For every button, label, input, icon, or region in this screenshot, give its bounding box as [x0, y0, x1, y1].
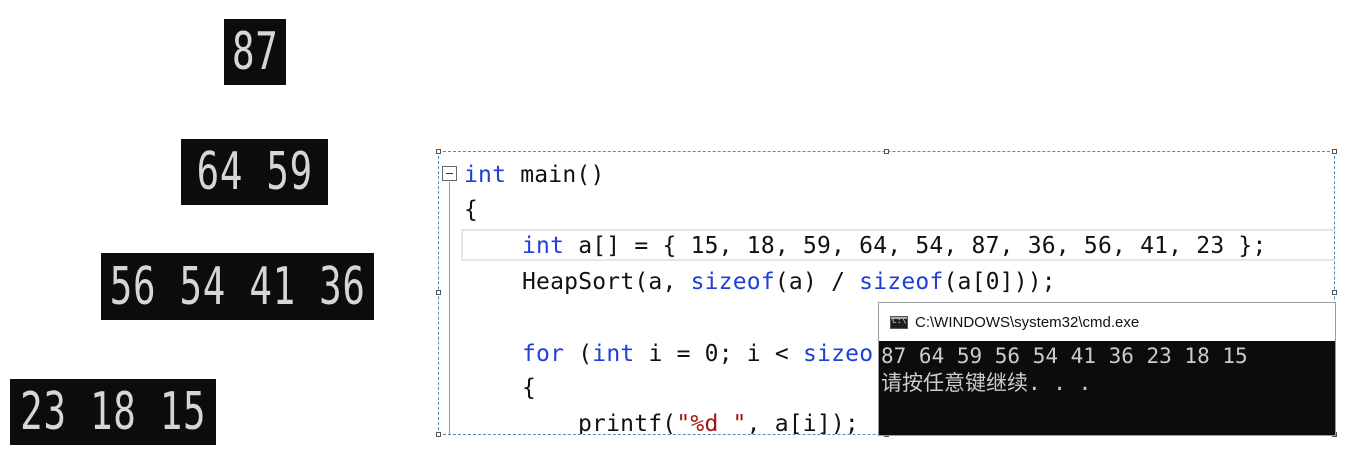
- code-text: (: [564, 341, 593, 367]
- collapse-icon[interactable]: [442, 166, 457, 181]
- keyword: sizeof: [690, 269, 775, 295]
- keyword: sizeof: [859, 269, 944, 295]
- console-window[interactable]: C:\WINDOWS\system32\cmd.exe 87 64 59 56 …: [878, 302, 1336, 436]
- code-line-5: for (int i = 0; i < sizeo: [522, 339, 873, 369]
- heap-level-1-text: 87: [231, 22, 279, 82]
- console-title: C:\WINDOWS\system32\cmd.exe: [915, 313, 1140, 331]
- console-output: 87 64 59 56 54 41 36 23 18 15 请按任意键继续. . …: [879, 341, 1335, 397]
- code-text: (a[0]));: [943, 269, 1056, 295]
- heap-level-4-text: 23 18 15: [19, 382, 207, 442]
- code-text: main(): [506, 162, 605, 188]
- console-titlebar[interactable]: C:\WINDOWS\system32\cmd.exe: [879, 303, 1335, 341]
- keyword: for: [522, 341, 565, 367]
- code-line-1: int main(): [464, 160, 605, 190]
- heap-level-4: 23 18 15: [10, 379, 216, 445]
- string-literal: "%d ": [676, 411, 747, 435]
- code-text: HeapSort(a,: [522, 269, 691, 295]
- keyword: int: [592, 341, 635, 367]
- code-text: i = 0; i <: [634, 341, 803, 367]
- heap-level-3-text: 56 54 41 36: [109, 256, 366, 317]
- code-line-6: {: [522, 373, 536, 403]
- heap-level-2: 64 59: [181, 139, 328, 205]
- heap-level-3: 56 54 41 36: [101, 253, 374, 320]
- resize-handle[interactable]: [436, 290, 441, 295]
- code-text: , a[i]);: [746, 411, 859, 435]
- console-output-line: 87 64 59 56 54 41 36 23 18 15: [881, 344, 1248, 368]
- heap-level-2-text: 64 59: [196, 142, 313, 202]
- keyword: int: [464, 162, 507, 188]
- code-text: (a) /: [774, 269, 860, 295]
- heap-level-1: 87: [224, 19, 286, 85]
- resize-handle[interactable]: [884, 149, 889, 154]
- code-text: {: [522, 375, 537, 401]
- code-text: a[] = { 15, 18, 59, 64, 54, 87, 36, 56, …: [564, 233, 1267, 259]
- cmd-icon: [890, 315, 908, 329]
- keyword: sizeo: [803, 341, 874, 367]
- code-line-4: HeapSort(a, sizeof(a) / sizeof(a[0]));: [522, 267, 1056, 297]
- fold-guide: [449, 182, 450, 434]
- code-line-7: printf("%d ", a[i]);: [578, 409, 859, 435]
- resize-handle[interactable]: [436, 149, 441, 154]
- console-prompt-line: 请按任意键继续. . .: [881, 371, 1092, 395]
- resize-handle[interactable]: [1332, 290, 1337, 295]
- resize-handle[interactable]: [1332, 149, 1337, 154]
- code-line-3: int a[] = { 15, 18, 59, 64, 54, 87, 36, …: [522, 231, 1267, 261]
- resize-handle[interactable]: [436, 432, 441, 437]
- code-line-2: {: [464, 195, 478, 225]
- code-text: printf(: [578, 411, 677, 435]
- keyword: int: [522, 233, 565, 259]
- code-text: {: [464, 197, 479, 223]
